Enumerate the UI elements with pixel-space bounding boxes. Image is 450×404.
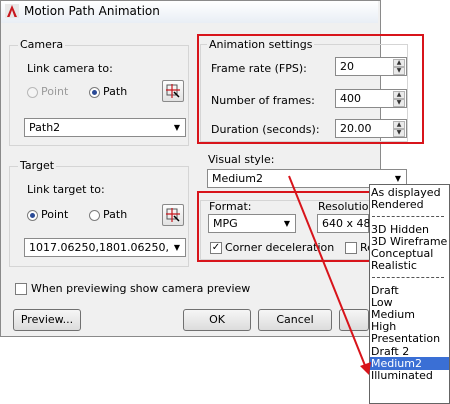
annotation-arrow: [288, 175, 371, 375]
